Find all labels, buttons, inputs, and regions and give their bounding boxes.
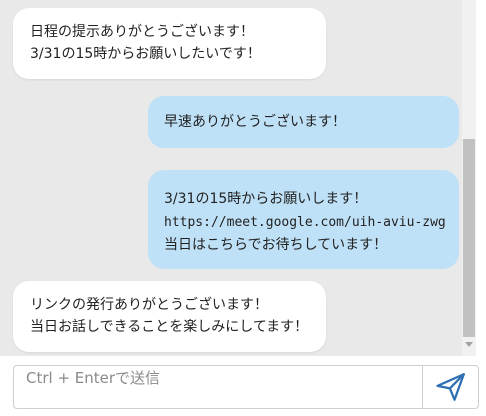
scroll-down-arrow-icon[interactable]	[465, 342, 473, 347]
incoming-message-bubble: 日程の提示ありがとうございます！ 3/31の15時からお願いしたいです！	[13, 8, 326, 79]
message-list-scrollbar[interactable]	[462, 0, 476, 356]
message-text: 日程の提示ありがとうございます！	[30, 24, 254, 40]
outgoing-message-bubble: 早速ありがとうございます！	[148, 96, 459, 148]
message-text: 早速ありがとうございます！	[164, 114, 346, 130]
message-text: 3/31の15時からお願いしたいです！	[30, 46, 261, 62]
message-text: 当日はこちらでお待ちしています！	[164, 237, 388, 253]
message-text: 3/31の15時からお願いします！	[164, 191, 368, 207]
incoming-message-bubble: リンクの発行ありがとうございます！ 当日お話しできることを楽しみにしてます！	[13, 281, 326, 352]
chat-window: 日程の提示ありがとうございます！ 3/31の15時からお願いしたいです！ 早速あ…	[0, 0, 486, 416]
meeting-link[interactable]: https://meet.google.com/uih-aviu-zwg	[164, 211, 459, 234]
scrollbar-thumb[interactable]	[463, 139, 475, 337]
message-input[interactable]	[13, 365, 422, 409]
message-composer	[0, 356, 486, 416]
message-text: 当日お話しできることを楽しみにしてます！	[30, 319, 309, 335]
message-list[interactable]: 日程の提示ありがとうございます！ 3/31の15時からお願いしたいです！ 早速あ…	[0, 0, 462, 356]
message-text: リンクの発行ありがとうございます！	[30, 297, 268, 313]
paper-plane-icon	[435, 373, 465, 401]
window-gutter	[476, 0, 486, 416]
outgoing-message-bubble: 3/31の15時からお願いします！ https://meet.google.co…	[148, 170, 459, 269]
send-button[interactable]	[422, 365, 479, 409]
